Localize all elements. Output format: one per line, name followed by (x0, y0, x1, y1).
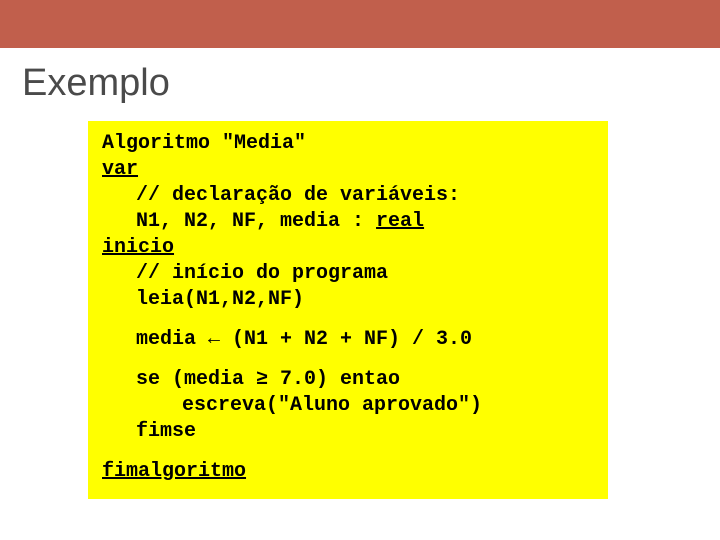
slide-title: Exemplo (0, 48, 720, 115)
code-keyword: real (376, 210, 424, 233)
code-line: // declaração de variáveis: (102, 183, 594, 209)
code-line: var (102, 157, 594, 183)
code-line: Algoritmo "Media" (102, 131, 594, 157)
spacer (102, 353, 594, 367)
code-text: N1, N2, NF, media : (136, 210, 376, 233)
code-line: inicio (102, 235, 594, 261)
slide-accent-bar (0, 0, 720, 48)
spacer (102, 445, 594, 459)
code-line: leia(N1,N2,NF) (102, 287, 594, 313)
code-line: fimse (102, 419, 594, 445)
code-line: media ← (N1 + N2 + NF) / 3.0 (102, 327, 594, 353)
spacer (102, 313, 594, 327)
code-line: fimalgoritmo (102, 459, 594, 485)
code-line: N1, N2, NF, media : real (102, 209, 594, 235)
algorithm-code-block: Algoritmo "Media" var // declaração de v… (88, 121, 608, 499)
code-line: se (media ≥ 7.0) entao (102, 367, 594, 393)
code-line: // início do programa (102, 261, 594, 287)
code-line: escreva("Aluno aprovado") (102, 393, 594, 419)
